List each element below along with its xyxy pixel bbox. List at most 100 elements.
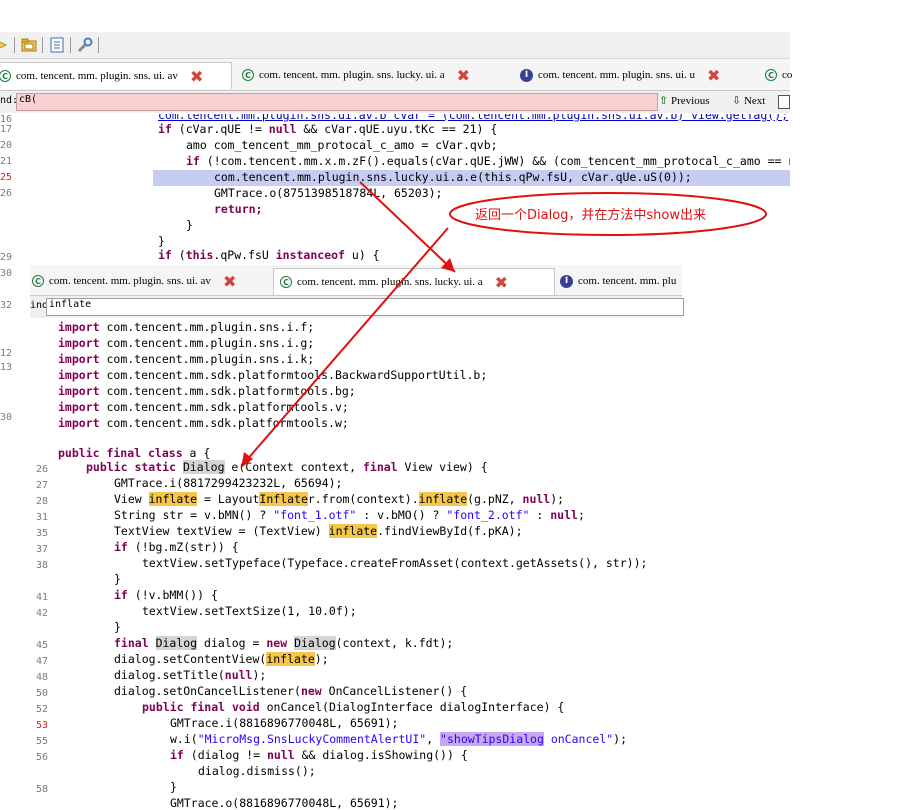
tab-co[interactable]: C co [765, 62, 792, 88]
code-line: } [186, 218, 193, 232]
line-number: 58 [36, 784, 49, 795]
find-bar-2: ind: inflate [30, 296, 684, 319]
code-line: public final void onCancel(DialogInterfa… [142, 700, 565, 714]
line-number: 35 [36, 528, 49, 539]
toolbar-separator [14, 37, 15, 53]
code-editor-3[interactable]: 26 27 28 31 35 37 38 41 42 45 47 48 50 5… [30, 460, 682, 810]
code-line: import com.tencent.mm.sdk.platformtools.… [58, 416, 349, 430]
code-line: GMTrace.i(8817299423232L, 65694); [114, 476, 343, 490]
arrow-icon[interactable] [0, 36, 12, 54]
code-line: if (!v.bMM()) { [114, 588, 218, 602]
tab-sns-ui-av[interactable]: C com. tencent. mm. plugin. sns. ui. av … [32, 268, 236, 294]
line-number: 53 [36, 720, 49, 731]
code-line: dialog.setOnCancelListener(new OnCancelL… [114, 684, 468, 698]
class-icon: C [765, 69, 777, 81]
line-number: 26 [36, 464, 49, 475]
code-line: } [170, 780, 177, 794]
code-line: public final class a { [58, 446, 211, 460]
find-previous-button[interactable]: ⇧ Previous [659, 94, 709, 107]
toolbar-separator [98, 37, 99, 53]
code-line: w.i("MicroMsg.SnsLuckyCommentAlertUI", "… [170, 732, 628, 746]
find-previous-label: Previous [670, 95, 710, 107]
line-number: 26 [0, 188, 13, 199]
editor-tab-bar: C com. tencent. mm. plugin. sns. ui. av … [0, 59, 792, 91]
code-line: import com.tencent.mm.sdk.platformtools.… [58, 368, 488, 382]
line-number: 48 [36, 672, 49, 683]
code-line: dialog.dismiss(); [198, 764, 316, 778]
class-icon: C [280, 276, 292, 288]
find-next-button[interactable]: ⇩ Next [732, 94, 765, 107]
line-number: 20 [0, 140, 13, 151]
code-editor-1[interactable]: 16 17 20 21 25 26 29 com.tencent.mm.plug… [0, 114, 790, 264]
editor-tab-bar-2: C com. tencent. mm. plugin. sns. ui. av … [30, 265, 682, 296]
line-number: 21 [0, 156, 13, 167]
tab-sns-lucky-ui-a[interactable]: C com. tencent. mm. plugin. sns. lucky. … [242, 62, 470, 88]
line-number: 30 [0, 268, 13, 279]
close-icon[interactable]: ✖ [223, 272, 236, 291]
find-input[interactable]: cB( [16, 93, 658, 111]
code-line: } [114, 620, 121, 634]
tab-label: com. tencent. mm. plu [578, 275, 677, 287]
line-number: 38 [36, 560, 49, 571]
code-line: TextView textView = (TextView) inflate.f… [114, 524, 523, 538]
find-input[interactable]: inflate [46, 298, 684, 316]
code-line: if (cVar.qUE != null && cVar.qUE.uyu.tKc… [158, 122, 498, 136]
tab-sns-ui-u[interactable]: I com. tencent. mm. plu [560, 268, 676, 294]
line-number: 50 [36, 688, 49, 699]
tab-sns-lucky-ui-a[interactable]: C com. tencent. mm. plugin. sns. lucky. … [273, 268, 555, 295]
code-line: if (!com.tencent.mm.x.m.zF().equals(cVar… [186, 154, 790, 168]
tab-label: co [782, 69, 793, 81]
code-line: return; [214, 202, 263, 216]
tab-sns-ui-av[interactable]: C com. tencent. mm. plugin. sns. ui. av … [0, 62, 232, 89]
code-editor-2[interactable]: import com.tencent.mm.plugin.sns.i.f; im… [30, 318, 790, 470]
line-number: 25 [0, 172, 13, 183]
close-icon[interactable]: ✖ [190, 67, 203, 86]
toolbar [0, 32, 790, 59]
line-number: 42 [36, 608, 49, 619]
code-line: GMTrace.o(8816896770048L, 65691); [170, 796, 399, 810]
close-icon[interactable]: ✖ [707, 66, 720, 85]
line-number: 45 [36, 640, 49, 651]
interface-icon: I [560, 274, 573, 288]
document-icon[interactable] [48, 36, 66, 54]
close-icon[interactable]: ✖ [457, 66, 470, 85]
code-line: amo com_tencent_mm_protocal_c_amo = cVar… [186, 138, 498, 152]
code-line: import com.tencent.mm.sdk.platformtools.… [58, 384, 356, 398]
arrow-up-icon: ⇧ [659, 94, 669, 107]
line-number: 30 [0, 412, 13, 423]
find-bar: nd: cB( ⇧ Previous ⇩ Next [0, 91, 790, 113]
wrench-icon[interactable] [76, 36, 94, 54]
line-number: 12 [0, 348, 13, 359]
line-number: 17 [0, 124, 13, 135]
line-number: 13 [0, 362, 13, 373]
line-number: 32 [0, 300, 13, 311]
line-number: 41 [36, 592, 49, 603]
line-number: 55 [36, 736, 49, 747]
line-number: 31 [36, 512, 49, 523]
code-line: dialog.setContentView(inflate); [114, 652, 329, 666]
class-icon: C [0, 70, 11, 82]
tab-label: com. tencent. mm. plugin. sns. ui. av [49, 275, 211, 287]
annotation-text: 返回一个Dialog，并在方法中show出来 [475, 208, 707, 223]
tab-sns-ui-u[interactable]: I com. tencent. mm. plugin. sns. ui. u ✖ [520, 62, 720, 88]
close-icon[interactable]: ✖ [495, 273, 508, 292]
code-line: dialog.setTitle(null); [114, 668, 267, 682]
class-icon: C [242, 69, 254, 81]
line-number: 56 [36, 752, 49, 763]
code-line: if (dialog != null && dialog.isShowing()… [170, 748, 468, 762]
code-line: import com.tencent.mm.sdk.platformtools.… [58, 400, 349, 414]
code-line-highlighted: com.tencent.mm.plugin.sns.lucky.ui.a.e(t… [214, 170, 692, 184]
tab-label: com. tencent. mm. plugin. sns. lucky. ui… [297, 276, 483, 288]
match-case-checkbox[interactable] [778, 95, 790, 109]
find-next-label: Next [743, 95, 766, 107]
code-line: GMTrace.i(8816896770048L, 65691); [170, 716, 399, 730]
tab-label: com. tencent. mm. plugin. sns. lucky. ui… [259, 69, 445, 81]
line-number: 37 [36, 544, 49, 555]
code-line: final Dialog dialog = new Dialog(context… [114, 636, 454, 650]
arrow-down-icon: ⇩ [732, 94, 742, 107]
toolbar-separator [70, 37, 71, 53]
code-line: textView.setTypeface(Typeface.createFrom… [142, 556, 648, 570]
code-line: com.tencent.mm.plugin.sns.ui.av.b cVar =… [158, 114, 789, 122]
folder-icon[interactable] [20, 36, 38, 54]
code-line: } [158, 234, 165, 248]
